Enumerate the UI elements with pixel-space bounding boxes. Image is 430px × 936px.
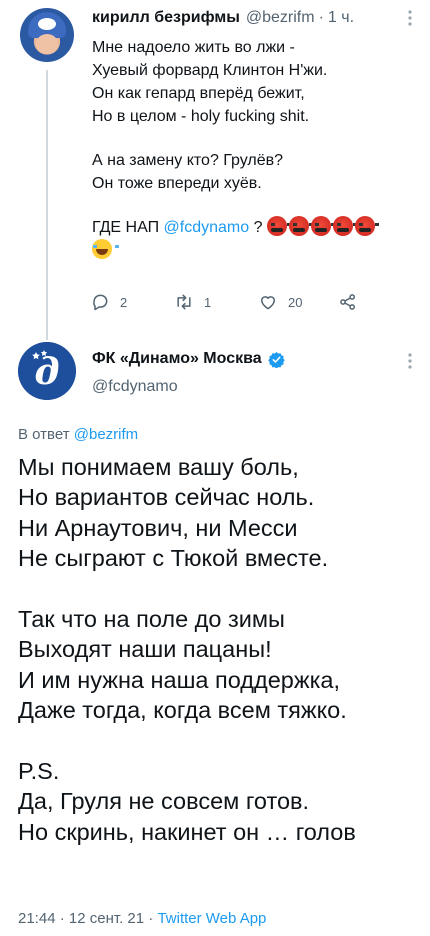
author-handle[interactable]: @fcdynamo — [92, 378, 178, 396]
avatar[interactable] — [20, 8, 74, 62]
tweet-line: Но в целом - holy fucking shit. — [92, 108, 310, 125]
retweet-count: 1 — [204, 294, 212, 310]
tweet-line: Так что на поле до зимы — [18, 605, 285, 632]
source-link[interactable]: Twitter Web App — [157, 910, 266, 927]
heart-icon — [261, 296, 275, 310]
tweet-time[interactable]: 1 ч. — [328, 9, 354, 27]
dynamo-avatar[interactable]: д — [18, 342, 76, 400]
tweet-time[interactable]: 21:44 — [18, 910, 56, 927]
svg-text:д: д — [34, 351, 59, 393]
like-button[interactable]: 20 — [258, 292, 302, 312]
dynamo-logo-icon: д — [18, 342, 76, 400]
reply-prefix: В ответ — [18, 426, 74, 443]
author-name[interactable]: ФК «Динамо» Москва — [92, 350, 262, 368]
angry-emoji-icon — [288, 216, 313, 236]
author-handle[interactable]: @bezrifm — [246, 9, 315, 27]
tweet-line: P.S. — [18, 757, 60, 784]
separator: · — [318, 9, 324, 26]
tweet-line: А на замену кто? Грулёв? — [92, 152, 284, 169]
tweet-meta: 21:44 · 12 сент. 21 · Twitter Web App — [18, 910, 266, 927]
angry-emoji-icon — [332, 216, 357, 236]
share-icon — [340, 294, 355, 310]
separator: · — [59, 910, 65, 927]
tweet-line: Но скринь, накинет он … голов — [18, 818, 356, 845]
tweet-line: Но вариантов сейчас ноль. — [18, 484, 315, 511]
like-count: 20 — [288, 294, 303, 310]
angry-emoji-icon — [266, 216, 291, 236]
tweet-line: Он тоже впереди хуёв. — [92, 175, 262, 192]
tweet-date[interactable]: 12 сент. 21 — [69, 910, 144, 927]
question-prefix: ГДЕ НАП — [92, 219, 164, 236]
reply-button[interactable]: 2 — [90, 292, 127, 312]
separator: · — [148, 910, 154, 927]
reply-icon — [93, 294, 108, 311]
emoji-line — [92, 239, 422, 262]
question-line: ГДЕ НАП @fcdynamo ? — [92, 216, 422, 239]
angry-emoji-icon — [310, 216, 335, 236]
tweet-line: Выходят наши пацаны! — [18, 636, 272, 663]
author-name-row[interactable]: ФК «Динамо» Москва — [92, 350, 285, 368]
tweet-line: Не сыграют с Тюкой вместе. — [18, 545, 329, 572]
verified-badge-icon — [267, 351, 285, 368]
tweet-line: Мы понимаем вашу боль, — [18, 454, 299, 480]
tweet-text: Мне надоело жить во лжи - Хуевый форвард… — [92, 36, 422, 262]
tweet-header: кирилл безрифмы @bezrifm · 1 ч. — [92, 9, 354, 27]
replying-to: В ответ @bezrifm — [18, 426, 138, 443]
retweet-button[interactable]: 1 — [174, 292, 211, 312]
reply-mention-link[interactable]: @bezrifm — [74, 426, 138, 443]
main-tweet-text: Мы понимаем вашу боль, Но вариантов сейч… — [18, 452, 428, 847]
laughing-emoji-icon — [92, 239, 119, 259]
share-button[interactable] — [338, 292, 358, 312]
angry-emoji-icon — [354, 216, 379, 236]
tweet-line: Да, Груля не совсем готов. — [18, 788, 310, 815]
reply-tweet[interactable]: кирилл безрифмы @bezrifm · 1 ч. Мне надо… — [0, 0, 430, 340]
more-options-icon[interactable] — [402, 352, 418, 370]
retweet-icon — [177, 294, 191, 310]
tweet-line: Ни Арнаутович, ни Месси — [18, 514, 298, 541]
reply-count: 2 — [120, 294, 128, 310]
tweet-line: Он как гепард вперёд бежит, — [92, 85, 305, 102]
face-graphic — [36, 34, 58, 54]
tweet-actions: 2 1 20 — [90, 292, 390, 314]
more-options-icon[interactable] — [402, 9, 418, 27]
thread-line — [46, 70, 48, 340]
tweet-line: И им нужна наша поддержка, — [18, 666, 340, 693]
tweet-line: Мне надоело жить во лжи - — [92, 39, 295, 56]
question-suffix: ? — [249, 219, 263, 236]
mention-link[interactable]: @fcdynamo — [164, 219, 250, 236]
tweet-line: Даже тогда, когда всем тяжко. — [18, 697, 347, 724]
author-name[interactable]: кирилл безрифмы — [92, 9, 240, 27]
tweet-line: Хуевый форвард Клинтон Н'жи. — [92, 62, 328, 79]
